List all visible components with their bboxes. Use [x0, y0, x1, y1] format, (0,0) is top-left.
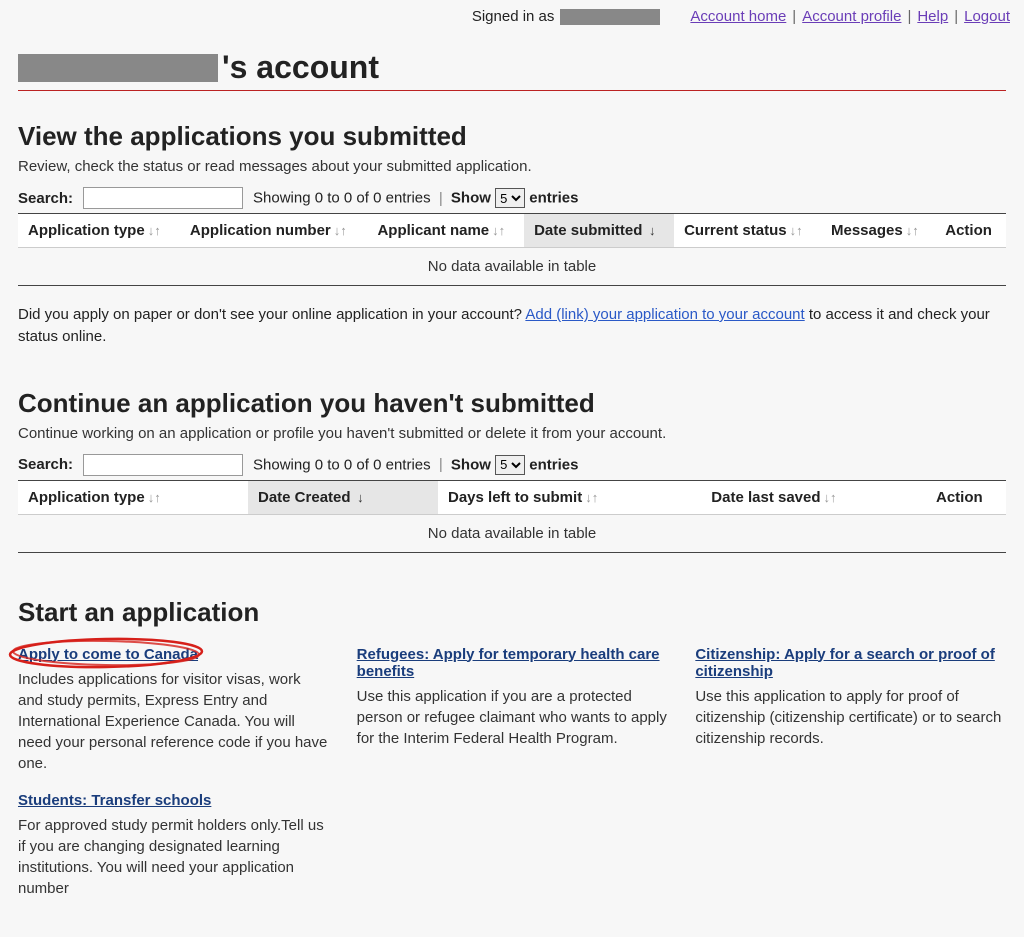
start-item-apply: Apply to come to Canada Includes applica… [18, 646, 329, 774]
showing-text: Showing 0 to 0 of 0 entries | Show 5 ent… [253, 455, 578, 475]
submitted-subtext: Review, check the status or read message… [18, 158, 1006, 175]
sort-down-icon: ↓ [354, 490, 364, 505]
submitted-heading: View the applications you submitted [18, 121, 1006, 152]
continue-heading: Continue an application you haven't subm… [18, 388, 1006, 419]
sort-icon: ↓↑ [148, 223, 161, 238]
start-item-citizenship: Citizenship: Apply for a search or proof… [695, 646, 1006, 774]
no-data-row: No data available in table [18, 514, 1006, 552]
paper-apply-text: Did you apply on paper or don't see your… [18, 304, 1006, 348]
account-profile-link[interactable]: Account profile [802, 8, 901, 25]
sort-icon: ↓↑ [824, 490, 837, 505]
no-data-row: No data available in table [18, 248, 1006, 286]
search-input-submitted[interactable] [83, 187, 243, 209]
start-heading: Start an application [18, 597, 1006, 628]
col-action: Action [926, 480, 1006, 514]
col-application-number[interactable]: Application number↓↑ [180, 214, 368, 248]
top-bar: Signed in as Account home | Account prof… [0, 0, 1024, 31]
refugees-link[interactable]: Refugees: Apply for temporary health car… [357, 646, 660, 680]
logout-link[interactable]: Logout [964, 8, 1010, 25]
start-application-grid: Apply to come to Canada Includes applica… [18, 646, 1006, 792]
continue-table: Application type↓↑ Date Created ↓ Days l… [18, 480, 1006, 553]
account-home-link[interactable]: Account home [690, 8, 786, 25]
showing-text: Showing 0 to 0 of 0 entries | Show 5 ent… [253, 188, 578, 208]
sort-icon: ↓↑ [790, 223, 803, 238]
sort-icon: ↓↑ [492, 223, 505, 238]
submitted-controls: Search: Showing 0 to 0 of 0 entries | Sh… [18, 187, 1006, 209]
search-input-continue[interactable] [83, 454, 243, 476]
start-item-refugees: Refugees: Apply for temporary health car… [357, 646, 668, 774]
sort-icon: ↓↑ [585, 490, 598, 505]
continue-subtext: Continue working on an application or pr… [18, 425, 1006, 442]
col-applicant-name[interactable]: Applicant name↓↑ [367, 214, 524, 248]
col-action: Action [935, 214, 1006, 248]
separator: | [907, 8, 911, 25]
search-label: Search: [18, 456, 73, 473]
username-redacted [560, 9, 660, 25]
sort-down-icon: ↓ [645, 223, 655, 238]
entries-select-continue[interactable]: 5 [495, 455, 525, 475]
col-application-type[interactable]: Application type↓↑ [18, 214, 180, 248]
search-label: Search: [18, 190, 73, 207]
apply-to-canada-link[interactable]: Apply to come to Canada [18, 646, 198, 663]
col-application-type[interactable]: Application type↓↑ [18, 480, 248, 514]
col-days-left[interactable]: Days left to submit↓↑ [438, 480, 701, 514]
submitted-table: Application type↓↑ Application number↓↑ … [18, 213, 1006, 286]
apply-to-canada-desc: Includes applications for visitor visas,… [18, 669, 329, 774]
help-link[interactable]: Help [917, 8, 948, 25]
students-link[interactable]: Students: Transfer schools [18, 792, 211, 809]
continue-controls: Search: Showing 0 to 0 of 0 entries | Sh… [18, 454, 1006, 476]
page-title-suffix: 's account [222, 49, 379, 86]
sort-icon: ↓↑ [906, 223, 919, 238]
start-application-grid-row2: Students: Transfer schools For approved … [18, 792, 1006, 917]
sort-icon: ↓↑ [334, 223, 347, 238]
signed-in-label: Signed in as [472, 8, 555, 25]
name-redacted [18, 54, 218, 82]
citizenship-link[interactable]: Citizenship: Apply for a search or proof… [695, 646, 994, 680]
entries-select-submitted[interactable]: 5 [495, 188, 525, 208]
col-date-saved[interactable]: Date last saved↓↑ [701, 480, 926, 514]
col-current-status[interactable]: Current status↓↑ [674, 214, 821, 248]
citizenship-desc: Use this application to apply for proof … [695, 686, 1006, 749]
col-messages[interactable]: Messages↓↑ [821, 214, 935, 248]
page-title: 's account [18, 49, 1006, 86]
students-desc: For approved study permit holders only.T… [18, 815, 329, 899]
start-item-students: Students: Transfer schools For approved … [18, 792, 329, 899]
separator: | [954, 8, 958, 25]
col-date-submitted[interactable]: Date submitted ↓ [524, 214, 674, 248]
separator: | [792, 8, 796, 25]
title-underline [18, 90, 1006, 91]
refugees-desc: Use this application if you are a protec… [357, 686, 668, 749]
sort-icon: ↓↑ [148, 490, 161, 505]
add-application-link[interactable]: Add (link) your application to your acco… [525, 306, 804, 323]
col-date-created[interactable]: Date Created ↓ [248, 480, 438, 514]
